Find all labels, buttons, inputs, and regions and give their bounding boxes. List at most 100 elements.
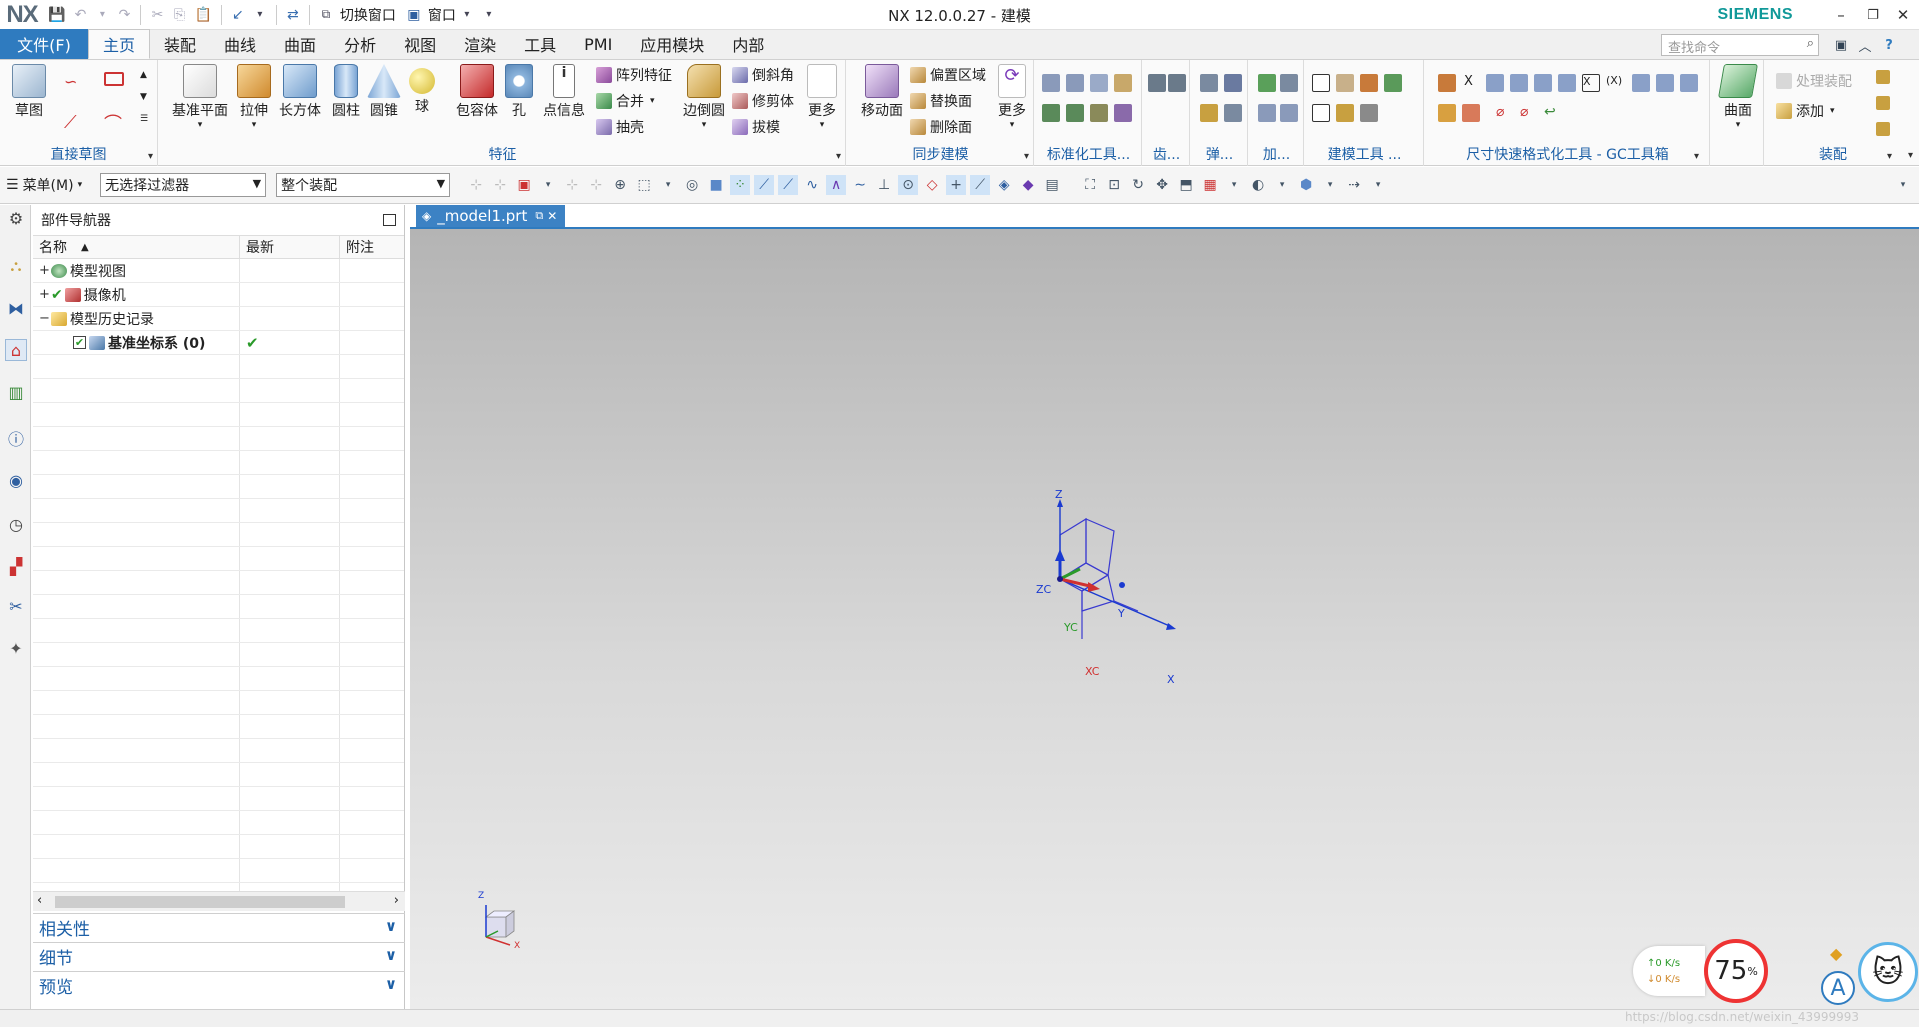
- orient-view-icon[interactable]: ⬢: [1296, 175, 1316, 195]
- pattern-feature-button[interactable]: 阵列特征: [596, 64, 672, 86]
- menu-button[interactable]: ☰ 菜单(M) ▾: [0, 175, 88, 195]
- snap-icon[interactable]: ⊹: [490, 175, 510, 195]
- switch-window-icon[interactable]: ⧉: [316, 4, 336, 26]
- tab-curve[interactable]: 曲线: [210, 29, 270, 59]
- dim-tool-icon[interactable]: [1438, 104, 1456, 122]
- offset-region-button[interactable]: 偏置区域: [910, 64, 986, 86]
- window-menu-label[interactable]: 窗口: [428, 5, 456, 25]
- search-icon[interactable]: ⌕: [1807, 36, 1814, 51]
- extrude-dropdown-icon[interactable]: ▾: [232, 120, 276, 130]
- scrollbar-thumb[interactable]: [55, 896, 345, 908]
- repeat-command-icon[interactable]: ↙: [228, 4, 248, 26]
- snap-center-icon[interactable]: ⊙: [898, 175, 919, 195]
- cut-icon[interactable]: ✂: [147, 4, 167, 26]
- std-tool-icon[interactable]: [1114, 74, 1132, 92]
- dim-tool-icon[interactable]: X: [1464, 74, 1482, 92]
- modeling-tool-icon[interactable]: [1312, 74, 1330, 92]
- spring-tool-icon[interactable]: [1224, 104, 1242, 122]
- tree-row-cameras[interactable]: + ✔ 摄像机: [33, 283, 404, 307]
- sketch-gallery-more-icon[interactable]: ☰: [140, 114, 158, 132]
- feature-more-dropdown-icon[interactable]: ▾: [800, 120, 844, 130]
- roles-icon[interactable]: ✦: [5, 637, 27, 659]
- sketch-gallery-up-icon[interactable]: ▲: [140, 70, 158, 88]
- dim-tool-icon[interactable]: [1558, 74, 1576, 92]
- switch-window-label[interactable]: 切换窗口: [340, 5, 396, 25]
- undo-icon[interactable]: ↶: [70, 4, 90, 26]
- dropdown-icon[interactable]: ▾: [1368, 175, 1388, 195]
- std-tool-icon[interactable]: [1114, 104, 1132, 122]
- tree-row-datum-csys[interactable]: ✔ 基准坐标系 (0) ✔: [33, 331, 404, 355]
- std-tool-icon[interactable]: [1066, 74, 1084, 92]
- tab-file[interactable]: 文件(F): [0, 29, 88, 59]
- paste-icon[interactable]: 📋: [191, 4, 214, 26]
- toolbar-options-icon[interactable]: ▾: [1893, 175, 1913, 195]
- tab-analysis[interactable]: 分析: [330, 29, 390, 59]
- panel-preview[interactable]: 预览 ∨: [33, 971, 405, 999]
- dim-tool-icon[interactable]: ⌀: [1520, 104, 1538, 122]
- snap-wave-icon[interactable]: ∼: [850, 175, 870, 195]
- scroll-right-icon[interactable]: ›: [394, 893, 399, 908]
- undo-dropdown-icon[interactable]: ▾: [92, 4, 112, 26]
- reuse-library-icon[interactable]: ▥: [5, 381, 27, 403]
- zoom-icon[interactable]: ⊡: [1104, 175, 1124, 195]
- constraint-navigator-icon[interactable]: ⧓: [5, 297, 27, 319]
- dim-tool-icon[interactable]: ↩: [1544, 104, 1562, 122]
- snap-list-icon[interactable]: ▤: [1042, 175, 1062, 195]
- repeat-dropdown-icon[interactable]: ▾: [250, 4, 270, 26]
- tab-tools[interactable]: 工具: [510, 29, 570, 59]
- sync-more-button[interactable]: ⟳ 更多 ▾: [994, 64, 1030, 130]
- hd3d-tools-icon[interactable]: ⓘ: [5, 427, 27, 449]
- modeling-tool-icon[interactable]: [1312, 104, 1330, 122]
- maximize-icon[interactable]: [383, 214, 396, 226]
- std-tool-icon[interactable]: [1090, 74, 1108, 92]
- expand-icon[interactable]: +: [39, 287, 50, 302]
- window-dropdown-icon[interactable]: ▾: [457, 4, 477, 26]
- tree-row-model-views[interactable]: + 模型视图: [33, 259, 404, 283]
- snap-bounded-icon[interactable]: ◆: [1018, 175, 1038, 195]
- selection-priority-icon[interactable]: ▣: [514, 175, 534, 195]
- web-browser-icon[interactable]: ◉: [5, 469, 27, 491]
- snap-spline-icon[interactable]: ∿: [802, 175, 822, 195]
- group-dropdown-icon[interactable]: ▾: [1694, 151, 1699, 162]
- tab-pmi[interactable]: PMI: [570, 29, 626, 59]
- minimize-button[interactable]: –: [1825, 0, 1857, 30]
- process-studio-icon[interactable]: ✂: [5, 595, 27, 617]
- scroll-left-icon[interactable]: ‹: [37, 893, 42, 908]
- dropdown-icon[interactable]: ▾: [1272, 175, 1292, 195]
- cylinder-button[interactable]: 圆柱: [326, 64, 366, 120]
- save-icon[interactable]: 💾: [45, 4, 68, 26]
- snap-on-face-icon[interactable]: ◈: [994, 175, 1014, 195]
- selection-scope-select[interactable]: 整个装配 ▼: [276, 173, 451, 197]
- column-name[interactable]: 名称 ▲: [33, 236, 240, 258]
- modeling-tool-icon[interactable]: [1360, 104, 1378, 122]
- datum-plane-button[interactable]: 基准平面 ▾: [168, 64, 232, 130]
- move-face-button[interactable]: 移动面: [852, 64, 912, 120]
- dropdown-icon[interactable]: ▾: [1224, 175, 1244, 195]
- dropdown-icon[interactable]: ▾: [658, 175, 678, 195]
- extrude-button[interactable]: 拉伸 ▾: [232, 64, 276, 130]
- dim-tool-icon[interactable]: [1656, 74, 1674, 92]
- cpu-usage-widget[interactable]: 75%: [1704, 939, 1768, 1003]
- panel-dependencies[interactable]: 相关性 ∨: [33, 913, 405, 941]
- machining-tool-icon[interactable]: [1258, 74, 1276, 92]
- sketch-button[interactable]: 草图: [4, 64, 54, 120]
- assembly-tool-icon[interactable]: [1876, 122, 1890, 136]
- graphics-viewport[interactable]: Z ZC Y YC X XC Z X: [410, 229, 1919, 1009]
- gear-tool-icon[interactable]: [1148, 74, 1166, 92]
- bounding-body-button[interactable]: 包容体: [450, 64, 504, 120]
- add-dropdown-icon[interactable]: ▾: [1830, 106, 1835, 116]
- select-all-icon[interactable]: ⊕: [610, 175, 630, 195]
- std-tool-icon[interactable]: [1042, 104, 1060, 122]
- select-bodies-icon[interactable]: ⊹: [586, 175, 606, 195]
- snap-endpoint-icon[interactable]: ⁘: [730, 175, 751, 195]
- snap-quadrant-icon[interactable]: ◇: [922, 175, 942, 195]
- pan-icon[interactable]: ✥: [1152, 175, 1172, 195]
- tab-internal[interactable]: 内部: [718, 29, 778, 59]
- dim-tool-icon[interactable]: [1680, 74, 1698, 92]
- process-assembly-button[interactable]: 处理装配: [1776, 70, 1852, 92]
- feature-more-button[interactable]: 更多 ▾: [800, 64, 844, 130]
- spring-tool-icon[interactable]: [1224, 74, 1242, 92]
- copy-icon[interactable]: ⎘: [169, 4, 189, 26]
- sync-more-dropdown-icon[interactable]: ▾: [994, 120, 1030, 130]
- close-button[interactable]: ✕: [1887, 0, 1919, 30]
